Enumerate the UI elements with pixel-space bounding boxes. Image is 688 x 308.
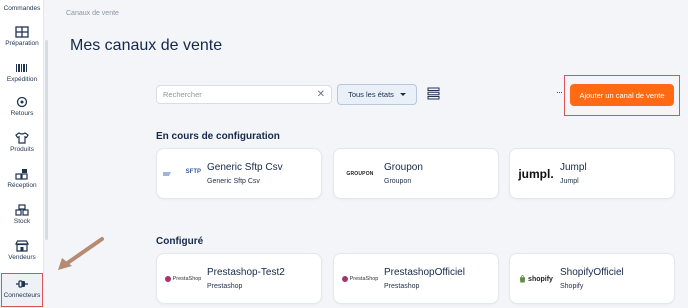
sidebar-item-label: Commandes [3,5,41,12]
sidebar-item-produits[interactable]: Produits [0,132,44,168]
section-title-in-progress: En cours de configuration [156,131,280,142]
search-placeholder: Rechercher [163,90,202,99]
jumpl-logo-text: jumpl. [518,167,554,181]
channel-type: Groupon [384,178,412,185]
jumpl-logo: jumpl. [516,161,556,187]
sidebar-item-connecteurs[interactable]: Connecteurs [0,274,44,308]
channel-type: Prestashop [384,283,420,290]
sidebar-item-label: Produits [10,146,34,153]
shopify-logo-text: shopify [528,275,553,283]
channel-name: Jumpl [560,162,587,173]
channel-name: Prestashop-Test2 [207,267,285,278]
sidebar-item-label: Réception [7,182,37,189]
search-input[interactable]: Rechercher ✕ [156,85,332,104]
sidebar-item-label: Stock [13,218,31,225]
state-filter-value: Tous les états [348,90,394,99]
channel-name: ShopifyOfficiel [560,267,624,278]
channel-card[interactable]: PrestaShop PrestashopOfficiel Prestashop [333,253,499,304]
groupon-logo-text: GROUPON [346,171,374,177]
channel-card[interactable]: jumpl. Jumpl Jumpl [509,148,675,199]
returns-icon [16,96,28,108]
prestashop-logo-text: PrestaShop [172,276,202,282]
section-title-configured: Configuré [156,236,204,247]
channel-type: Prestashop [207,283,243,290]
prestashop-logo: PrestaShop [163,266,203,292]
channel-type: Generic Sftp Csv [207,178,260,185]
prestashop-logo: PrestaShop [340,266,380,292]
channel-card[interactable]: PrestaShop Prestashop-Test2 Prestashop [156,253,322,304]
prestashop-logo-mark [341,276,348,282]
channel-card[interactable]: shopify ShopifyOfficiel Shopify [509,253,675,304]
sidebar-item-preparation[interactable]: Préparation [0,26,44,62]
chevron-down-icon [399,93,406,96]
more-options-icon[interactable]: ··· [556,87,563,97]
tshirt-icon [15,132,29,144]
sidebar-scrollbar[interactable] [45,40,48,240]
reception-icon [15,169,28,180]
shopify-logo: shopify [516,266,556,292]
channel-card[interactable]: SFTP Generic Sftp Csv Generic Sftp Csv [156,148,322,199]
sidebar-item-label: Retours [10,110,34,117]
sidebar-item-expedition[interactable]: Expédition [0,62,44,98]
channel-name: PrestashopOfficiel [384,267,465,278]
prestashop-logo-text: PrestaShop [349,276,379,282]
sftp-logo-text: SFTP [185,169,201,175]
sidebar-item-label: Expédition [6,76,38,83]
channel-type: Jumpl [560,178,579,185]
list-view-icon[interactable] [427,87,440,100]
arrow-annotation [58,237,104,270]
sidebar-item-label: Préparation [5,40,39,47]
sidebar-item-reception[interactable]: Réception [0,168,44,204]
stock-icon [15,204,29,216]
channel-name: Groupon [384,162,423,173]
shopify-bag-icon [519,275,526,283]
breadcrumb[interactable]: Canaux de vente [66,10,119,17]
sidebar-item-retours[interactable]: Retours [0,96,44,132]
channel-card[interactable]: GROUPON Groupon Groupon [333,148,499,199]
add-channel-button[interactable]: Ajouter un canal de vente [570,84,674,106]
sidebar-item-vendeurs[interactable]: Vendeurs [0,240,44,276]
page-title: Mes canaux de vente [70,37,223,54]
state-filter-select[interactable]: Tous les états [337,84,417,105]
sidebar: Commandes Préparation Expédition Retours… [0,0,44,308]
channel-type: Shopify [560,283,584,290]
connector-icon [16,280,28,288]
channel-name: Generic Sftp Csv [207,162,283,173]
sidebar-item-label: Connecteurs [3,292,41,299]
sftp-logo: SFTP [163,161,203,187]
sidebar-item-label: Vendeurs [8,254,36,261]
prestashop-logo-mark [164,276,171,282]
store-icon [15,240,29,252]
barcode-icon [16,64,27,72]
sidebar-item-stock[interactable]: Stock [0,204,44,240]
close-icon[interactable]: ✕ [317,89,325,100]
groupon-logo: GROUPON [340,161,380,187]
preparation-icon [15,26,29,38]
